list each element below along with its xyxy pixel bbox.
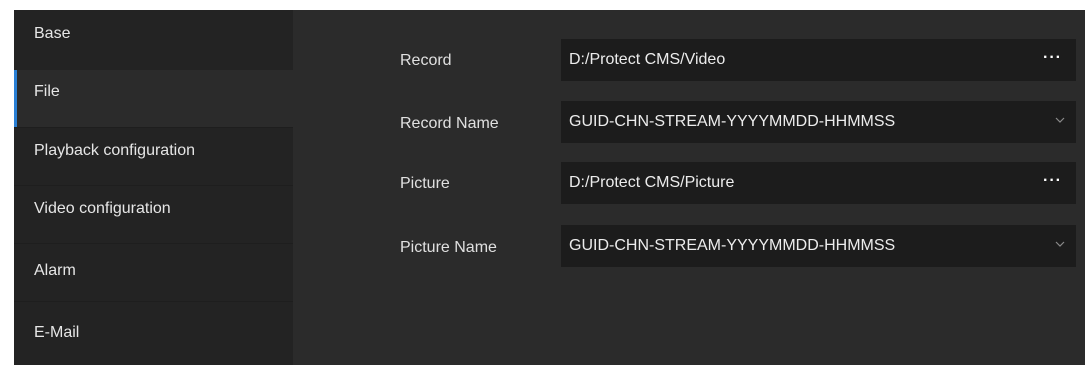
more-dots-icon[interactable]: ···	[1043, 172, 1062, 190]
sidebar-item-label: Alarm	[34, 262, 76, 279]
record-label: Record	[400, 52, 452, 69]
picture-name-value: GUID-CHN-STREAM-YYYYMMDD-HHMMSS	[569, 237, 896, 254]
sidebar-item-video-configuration[interactable]: Video configuration	[14, 186, 293, 243]
sidebar-item-base[interactable]: Base	[14, 10, 293, 70]
settings-window: Base File Playback configuration Video c…	[14, 10, 1085, 365]
chevron-down-icon	[1055, 117, 1065, 123]
picture-path-field[interactable]: D:/Protect CMS/Picture ···	[561, 162, 1076, 204]
more-dots-icon[interactable]: ···	[1043, 49, 1062, 67]
sidebar-item-file[interactable]: File	[14, 70, 293, 127]
record-path-field[interactable]: D:/Protect CMS/Video ···	[561, 39, 1076, 81]
record-path-value: D:/Protect CMS/Video	[569, 51, 726, 68]
sidebar-item-label: File	[34, 83, 60, 100]
picture-path-value: D:/Protect CMS/Picture	[569, 174, 735, 191]
picture-name-select[interactable]: GUID-CHN-STREAM-YYYYMMDD-HHMMSS	[561, 225, 1076, 267]
sidebar-item-label: E-Mail	[34, 324, 80, 341]
record-name-value: GUID-CHN-STREAM-YYYYMMDD-HHMMSS	[569, 113, 896, 130]
sidebar-item-playback-configuration[interactable]: Playback configuration	[14, 128, 293, 185]
record-name-label: Record Name	[400, 115, 499, 132]
sidebar-item-label: Video configuration	[34, 200, 171, 217]
sidebar-item-label: Base	[34, 25, 71, 42]
record-name-select[interactable]: GUID-CHN-STREAM-YYYYMMDD-HHMMSS	[561, 101, 1076, 143]
picture-label: Picture	[400, 175, 450, 192]
settings-sidebar: Base File Playback configuration Video c…	[14, 10, 293, 365]
chevron-down-icon	[1055, 241, 1065, 247]
sidebar-item-alarm[interactable]: Alarm	[14, 244, 293, 301]
sidebar-item-label: Playback configuration	[34, 142, 195, 159]
picture-name-label: Picture Name	[400, 239, 497, 256]
sidebar-item-email[interactable]: E-Mail	[14, 302, 293, 365]
